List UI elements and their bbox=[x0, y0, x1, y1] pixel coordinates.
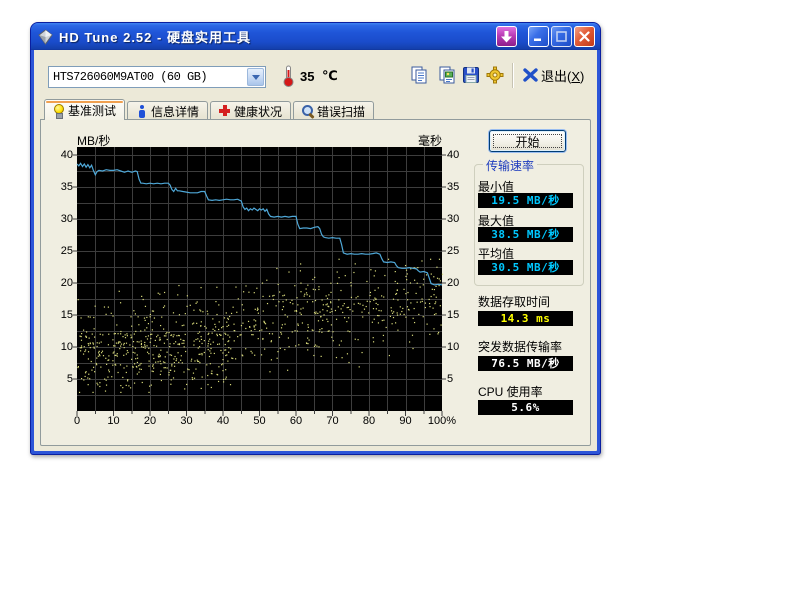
copy-image-icon bbox=[438, 66, 456, 84]
y-tick-right: 5 bbox=[447, 373, 475, 385]
options-icon bbox=[486, 66, 504, 84]
x-tick: 50 bbox=[240, 415, 280, 427]
y-tick-right: 35 bbox=[447, 181, 475, 193]
x-tick: 30 bbox=[167, 415, 207, 427]
minimize-button[interactable] bbox=[528, 26, 549, 47]
metric-value: 19.5 MB/秒 bbox=[478, 193, 573, 208]
copy-text-icon bbox=[410, 66, 428, 84]
tab-info[interactable]: 信息详情 bbox=[127, 101, 208, 120]
app-icon bbox=[37, 29, 54, 45]
metric-label: 突发数据传输率 bbox=[478, 338, 562, 355]
copy-text-button[interactable] bbox=[408, 64, 430, 86]
benchmark-plot bbox=[77, 147, 442, 411]
save-icon bbox=[462, 66, 480, 84]
thermometer-icon bbox=[282, 64, 295, 88]
exit-button[interactable]: 退出(X) bbox=[523, 65, 584, 85]
x-tick: 90 bbox=[386, 415, 426, 427]
bulb-icon bbox=[53, 104, 64, 117]
toolbar-divider bbox=[512, 63, 514, 88]
y-tick-right: 10 bbox=[447, 341, 475, 353]
x-tick: 80 bbox=[349, 415, 389, 427]
metric-value: 5.6% bbox=[478, 400, 573, 415]
x-tick: 60 bbox=[276, 415, 316, 427]
y-tick-left: 40 bbox=[47, 149, 73, 161]
metric-value: 14.3 ms bbox=[478, 311, 573, 326]
scan-icon bbox=[302, 105, 313, 118]
x-tick: 100% bbox=[422, 415, 462, 427]
temperature-unit: ℃ bbox=[322, 68, 338, 84]
x-tick: 20 bbox=[130, 415, 170, 427]
tab-label: 错误扫描 bbox=[317, 103, 365, 120]
y-tick-left: 30 bbox=[47, 213, 73, 225]
y-tick-left: 20 bbox=[47, 277, 73, 289]
transfer-rate-group-title: 传输速率 bbox=[483, 157, 537, 174]
minimize-icon bbox=[533, 31, 544, 42]
maximize-icon bbox=[556, 31, 567, 42]
tab-error-scan[interactable]: 错误扫描 bbox=[293, 101, 374, 120]
tab-health[interactable]: 健康状况 bbox=[210, 101, 291, 120]
metric-value: 30.5 MB/秒 bbox=[478, 260, 573, 275]
y-tick-left: 10 bbox=[47, 341, 73, 353]
drive-select-value: HTS726060M9AT00 (60 GB) bbox=[49, 70, 246, 84]
down-arrow-icon bbox=[501, 31, 512, 43]
start-button[interactable]: 开始 bbox=[489, 130, 566, 152]
exit-label: 退出(X) bbox=[541, 66, 584, 85]
focus-rect bbox=[493, 134, 562, 148]
metric-label: CPU 使用率 bbox=[478, 383, 543, 400]
drive-select[interactable]: HTS726060M9AT00 (60 GB) bbox=[48, 66, 266, 88]
metric-value: 38.5 MB/秒 bbox=[478, 227, 573, 242]
y-tick-right: 15 bbox=[447, 309, 475, 321]
x-tick: 40 bbox=[203, 415, 243, 427]
tab-strip: 基准测试 信息详情 健康状况 错误扫描 bbox=[44, 100, 376, 120]
tab-label: 信息详情 bbox=[151, 103, 199, 120]
title-bar[interactable]: HD Tune 2.52 - 硬盘实用工具 bbox=[31, 23, 600, 50]
options-button[interactable] bbox=[484, 64, 506, 86]
y-tick-left: 35 bbox=[47, 181, 73, 193]
y-tick-left: 25 bbox=[47, 245, 73, 257]
benchmark-panel: MB/秒 毫秒 403530252015105 403530252015105 … bbox=[40, 119, 591, 446]
y-tick-left: 15 bbox=[47, 309, 73, 321]
temperature-value: 35 bbox=[300, 69, 314, 84]
y-tick-right: 30 bbox=[447, 213, 475, 225]
x-tick: 0 bbox=[57, 415, 97, 427]
info-icon bbox=[136, 105, 147, 118]
save-button[interactable] bbox=[460, 64, 482, 86]
tab-benchmark[interactable]: 基准测试 bbox=[44, 99, 125, 120]
hd-tune-window: HD Tune 2.52 - 硬盘实用工具 HTS726060M9AT bbox=[30, 22, 601, 455]
chevron-down-icon[interactable] bbox=[247, 68, 264, 86]
benchmark-chart-svg bbox=[77, 147, 442, 411]
metric-value: 76.5 MB/秒 bbox=[478, 356, 573, 371]
maximize-button[interactable] bbox=[551, 26, 572, 47]
exit-x-icon bbox=[523, 68, 538, 82]
window-content: HTS726060M9AT00 (60 GB) 35 ℃ bbox=[34, 50, 597, 451]
copy-image-button[interactable] bbox=[436, 64, 458, 86]
y-tick-right: 20 bbox=[447, 277, 475, 289]
y-tick-right: 25 bbox=[447, 245, 475, 257]
y-tick-right: 40 bbox=[447, 149, 475, 161]
y-tick-left: 5 bbox=[47, 373, 73, 385]
metric-label: 数据存取时间 bbox=[478, 293, 550, 310]
x-tick: 70 bbox=[313, 415, 353, 427]
download-arrow-button[interactable] bbox=[496, 26, 517, 47]
x-tick: 10 bbox=[94, 415, 134, 427]
tab-label: 健康状况 bbox=[234, 103, 282, 120]
close-button[interactable] bbox=[574, 26, 595, 47]
window-title: HD Tune 2.52 - 硬盘实用工具 bbox=[59, 27, 494, 46]
close-icon bbox=[579, 31, 590, 42]
tab-label: 基准测试 bbox=[68, 102, 116, 119]
health-icon bbox=[219, 105, 230, 118]
